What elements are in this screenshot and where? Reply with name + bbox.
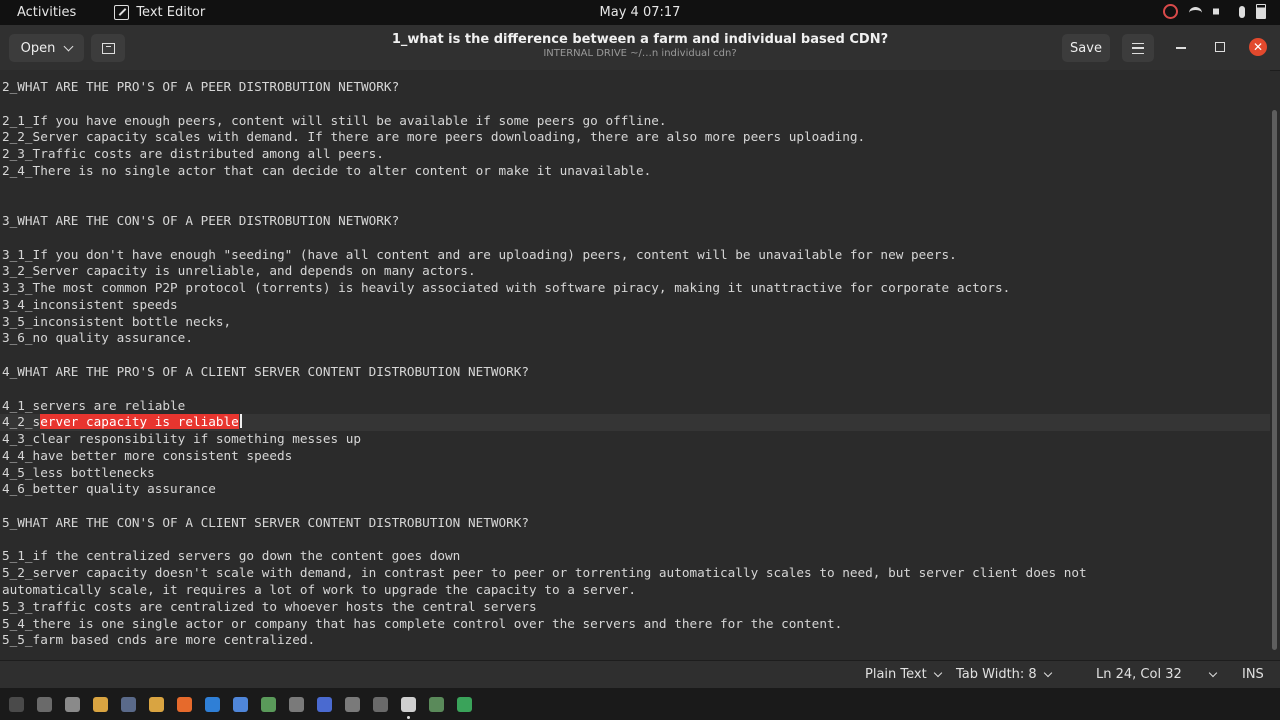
open-button[interactable]: Open	[9, 34, 84, 62]
app-icon[interactable]	[65, 696, 80, 712]
cursor-position-selector[interactable]: Ln 24, Col 32	[1096, 667, 1217, 682]
firefox-icon[interactable]	[177, 696, 192, 712]
text-line[interactable]: 5_5_farm based cnds are more centralized…	[2, 632, 1270, 649]
text-line[interactable]: 4_4_have better more consistent speeds	[2, 448, 1270, 465]
edge-icon[interactable]	[205, 696, 220, 712]
text-line[interactable]	[2, 230, 1270, 247]
text-line[interactable]: 4_1_servers are reliable	[2, 398, 1270, 415]
document-lines[interactable]: 2_WHAT ARE THE PRO'S OF A PEER DISTROBUT…	[0, 79, 1270, 649]
text-line[interactable]: 3_6_no quality assurance.	[2, 330, 1270, 347]
header-bar: Open 1_what is the difference between a …	[0, 25, 1280, 71]
taskbar	[0, 688, 1280, 720]
text-line[interactable]: 2_2_Server capacity scales with demand. …	[2, 129, 1270, 146]
insert-mode-indicator[interactable]: INS	[1242, 667, 1264, 682]
text-line[interactable]: 3_4_inconsistent speeds	[2, 297, 1270, 314]
text-editor-icon	[114, 5, 130, 20]
doc-icon[interactable]	[233, 696, 248, 712]
text-line[interactable]: automatically scale, it requires a lot o…	[2, 582, 1270, 599]
chevron-down-icon	[63, 41, 74, 51]
text-line[interactable]: 2_4_There is no single actor that can de…	[2, 163, 1270, 180]
chevron-down-icon	[1043, 668, 1052, 677]
text-line[interactable]: 5_2_server capacity doesn't scale with d…	[2, 565, 1270, 582]
text-cursor	[239, 414, 242, 429]
chevron-down-icon	[1208, 668, 1217, 677]
text-line[interactable]: 5_4_there is one single actor or company…	[2, 616, 1270, 633]
chevron-down-icon	[933, 668, 942, 677]
text-line[interactable]: 3_1_If you don't have enough "seeding" (…	[2, 247, 1270, 264]
settings-icon[interactable]	[289, 696, 304, 712]
text-editor-icon[interactable]	[401, 696, 416, 719]
tab-width-label: Tab Width: 8	[956, 667, 1037, 682]
wifi-icon[interactable]	[1189, 7, 1202, 19]
text-line[interactable]: 5_WHAT ARE THE CON'S OF A CLIENT SERVER …	[2, 515, 1270, 532]
text-line[interactable]	[2, 180, 1270, 197]
text-line[interactable]: 3_2_Server capacity is unreliable, and d…	[2, 263, 1270, 280]
hamburger-menu-icon	[1132, 42, 1144, 54]
open-label: Open	[20, 40, 56, 56]
activities-button[interactable]: Activities	[17, 5, 76, 20]
current-text-line[interactable]: 4_2_server capacity is reliable	[0, 414, 1270, 432]
text-line[interactable]: 4_5_less bottlenecks	[2, 465, 1270, 482]
text-line[interactable]: 4_6_better quality assurance	[2, 481, 1270, 498]
files-icon[interactable]	[373, 696, 388, 712]
selected-text[interactable]: erver capacity is reliable	[40, 414, 239, 430]
main-menu-button[interactable]	[1122, 34, 1154, 62]
text-line[interactable]: 5_3_traffic costs are centralized to who…	[2, 599, 1270, 616]
status-bar: Plain Text Tab Width: 8 Ln 24, Col 32 IN…	[0, 660, 1280, 689]
text-editor-area[interactable]: 2_WHAT ARE THE PRO'S OF A PEER DISTROBUT…	[0, 70, 1270, 660]
app-icon[interactable]	[317, 696, 332, 712]
vertical-scrollbar[interactable]	[1272, 110, 1277, 650]
text-line[interactable]: 4_3_clear responsibility if something me…	[2, 431, 1270, 448]
chrome-icon[interactable]	[93, 696, 108, 712]
calculator-icon[interactable]	[429, 696, 444, 712]
top-bar: Activities Text Editor May 4 07:17	[0, 0, 1280, 25]
terminal-icon[interactable]	[9, 696, 24, 712]
chrome-icon[interactable]	[149, 696, 164, 712]
close-icon[interactable]: ✕	[1249, 38, 1267, 56]
insert-mode-label: INS	[1242, 667, 1264, 682]
language-selector[interactable]: Plain Text	[865, 667, 942, 682]
new-document-button[interactable]	[91, 34, 125, 62]
microphone-icon[interactable]	[1239, 5, 1245, 18]
line-text: 4_2_s	[2, 414, 41, 430]
update-icon[interactable]	[1163, 4, 1178, 19]
window-icon[interactable]	[37, 696, 52, 712]
tab-width-selector[interactable]: Tab Width: 8	[956, 667, 1052, 682]
text-line[interactable]	[2, 96, 1270, 113]
text-line[interactable]: 3_WHAT ARE THE CON'S OF A PEER DISTROBUT…	[2, 213, 1270, 230]
text-line[interactable]: 2_3_Traffic costs are distributed among …	[2, 146, 1270, 163]
system-tray[interactable]	[1163, 4, 1266, 19]
text-line[interactable]: 2_WHAT ARE THE PRO'S OF A PEER DISTROBUT…	[2, 79, 1270, 96]
maximize-icon[interactable]	[1215, 42, 1225, 52]
cursor-position-label: Ln 24, Col 32	[1096, 667, 1182, 682]
text-line[interactable]: 3_3_The most common P2P protocol (torren…	[2, 280, 1270, 297]
app-name: Text Editor	[136, 5, 206, 20]
text-line[interactable]: 3_5_inconsistent bottle necks,	[2, 314, 1270, 331]
save-button[interactable]: Save	[1062, 34, 1110, 62]
text-line[interactable]: 4_WHAT ARE THE PRO'S OF A CLIENT SERVER …	[2, 364, 1270, 381]
text-line[interactable]	[2, 347, 1270, 364]
text-line[interactable]	[2, 498, 1270, 515]
app-icon[interactable]	[345, 696, 360, 712]
speaker-icon[interactable]	[1213, 4, 1225, 19]
text-line[interactable]	[2, 532, 1270, 549]
text-line[interactable]: 2_1_If you have enough peers, content wi…	[2, 113, 1270, 130]
minimize-icon[interactable]	[1176, 47, 1186, 49]
app-icon[interactable]	[457, 696, 472, 712]
text-line[interactable]	[2, 196, 1270, 213]
language-label: Plain Text	[865, 667, 927, 682]
text-line[interactable]	[2, 381, 1270, 398]
text-line[interactable]: 5_1_if the centralized servers go down t…	[2, 548, 1270, 565]
new-tab-icon	[101, 42, 115, 54]
battery-icon[interactable]	[1256, 4, 1266, 19]
app-icon[interactable]	[261, 696, 276, 712]
app-menu[interactable]: Text Editor	[114, 5, 205, 20]
files-icon[interactable]	[121, 696, 136, 712]
